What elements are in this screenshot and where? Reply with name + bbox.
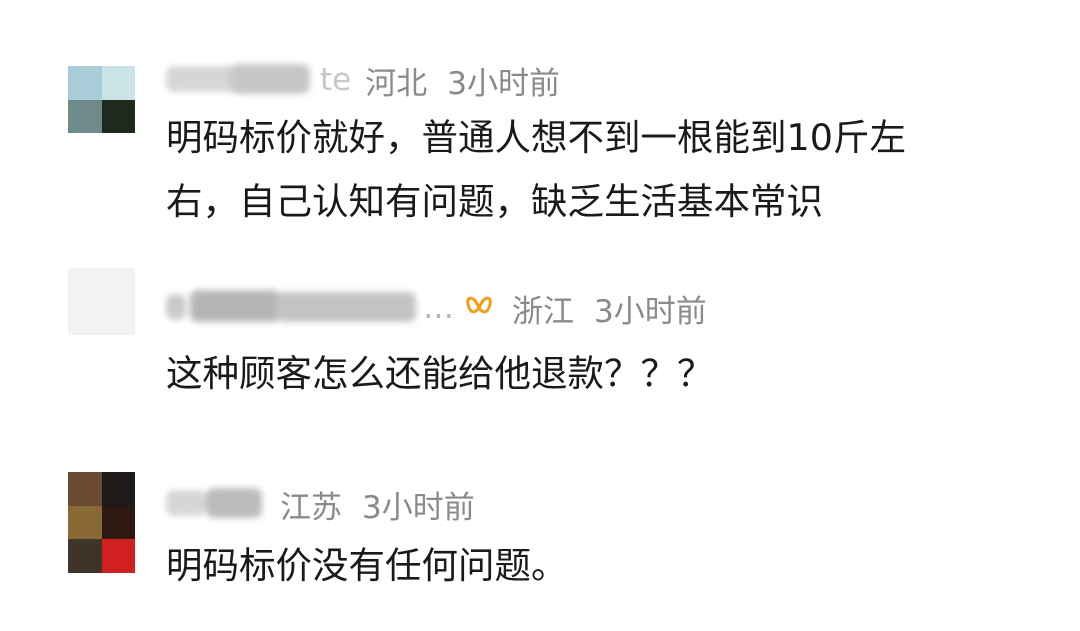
location-label: 江苏	[280, 489, 342, 526]
avatar-pixel	[101, 66, 135, 100]
avatar-pixel	[68, 99, 102, 133]
avatar[interactable]	[68, 472, 135, 573]
comment-line: 右，自己认知有问题，缺乏生活基本常识	[166, 180, 823, 223]
timestamp: 3小时前	[362, 489, 475, 526]
comment-meta: 江苏 3小时前	[166, 482, 475, 526]
avatar-pixel	[101, 539, 135, 573]
username-partial: …	[423, 290, 454, 326]
avatar-pixel	[101, 472, 135, 506]
comment-text: 明码标价没有任何问题。	[166, 534, 1046, 598]
avatar[interactable]	[68, 66, 135, 133]
avatar-pixel	[68, 539, 102, 573]
comment-meta: te 河北 3小时前	[166, 58, 560, 102]
avatar-pixel	[68, 66, 102, 100]
butterfly-icon	[464, 293, 494, 323]
avatar-pixel	[101, 99, 135, 133]
username-blurred[interactable]	[166, 60, 316, 100]
comment-line: 明码标价就好，普通人想不到一根能到10斤左	[166, 116, 906, 159]
username-blurred[interactable]	[166, 484, 266, 524]
avatar-pixel	[68, 472, 102, 506]
location-label: 河北	[365, 65, 428, 102]
comment-text: 这种顾客怎么还能给他退款？？？	[166, 342, 1046, 406]
avatar[interactable]	[68, 268, 135, 335]
username-blurred[interactable]	[166, 288, 421, 328]
comment-text: 明码标价就好，普通人想不到一根能到10斤左 右，自己认知有问题，缺乏生活基本常识	[166, 106, 1046, 234]
comment-line: 这种顾客怎么还能给他退款？？？	[166, 352, 714, 395]
timestamp: 3小时前	[447, 65, 560, 102]
username-partial: te	[320, 62, 352, 98]
comment-meta: … 浙江 3小时前	[166, 286, 707, 330]
comment-line: 明码标价没有任何问题。	[166, 544, 568, 587]
timestamp: 3小时前	[594, 293, 707, 330]
location-label: 浙江	[512, 293, 574, 330]
avatar-pixel	[101, 505, 135, 539]
avatar-pixel	[68, 505, 102, 539]
